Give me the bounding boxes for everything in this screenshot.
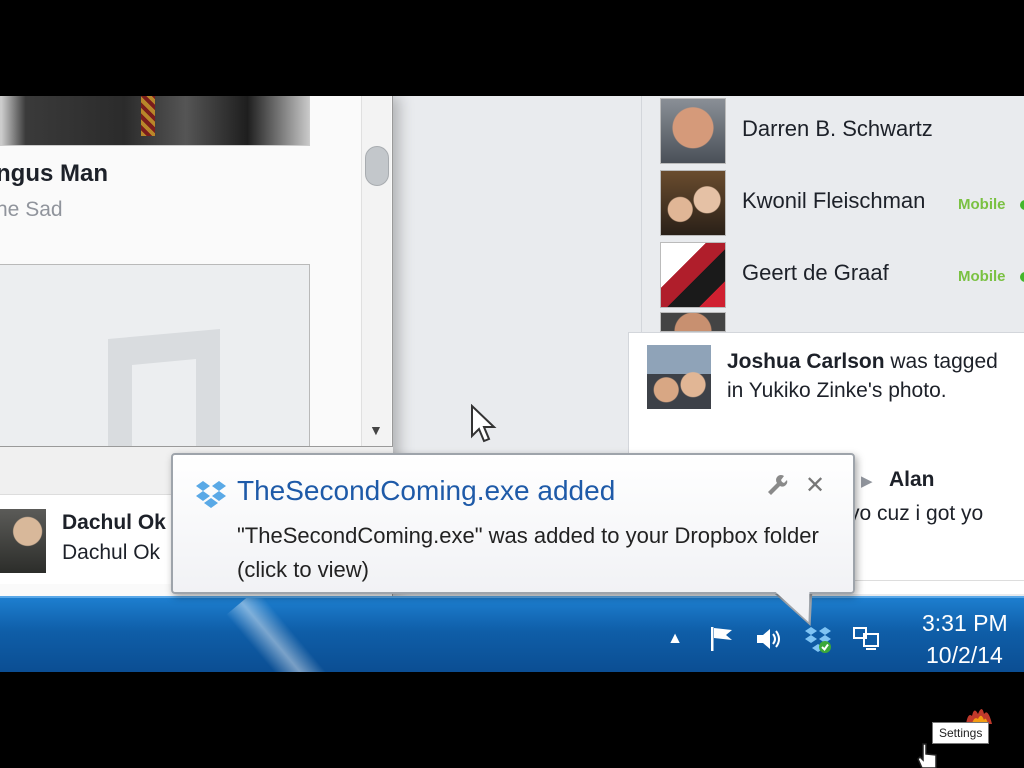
chat-contact-geert[interactable]: Geert de Graaf Mobile [660, 242, 1024, 308]
divider [829, 580, 1024, 581]
dropbox-tray-icon[interactable] [803, 624, 833, 654]
music-note-icon [108, 329, 220, 451]
close-icon[interactable]: ✕ [805, 471, 825, 500]
chat-contact-kwonil[interactable]: Kwonil Fleischman Mobile [660, 170, 1024, 236]
profile-name[interactable]: ngus Man [0, 160, 108, 188]
balloon-title[interactable]: TheSecondComing.exe added [237, 475, 615, 507]
contact-name: Darren B. Schwartz [742, 116, 933, 141]
taskbar-clock-date[interactable]: 10/2/14 [926, 642, 1003, 669]
profile-photo[interactable] [0, 96, 310, 146]
avatar [660, 170, 726, 236]
scrollbar[interactable]: ▼ [361, 96, 391, 446]
mobile-status: Mobile [958, 196, 1006, 213]
dropbox-icon [196, 481, 226, 508]
chat-sidebar: Darren B. Schwartz Kwonil Fleischman Mob… [641, 96, 1024, 332]
taskbar-clock-time[interactable]: 3:31 PM [922, 610, 1008, 637]
avatar [660, 242, 726, 308]
fire-icon[interactable] [964, 704, 994, 724]
avatar [0, 509, 46, 573]
notification-text: Dachul Ok [62, 541, 161, 564]
settings-tooltip: Settings [932, 722, 990, 744]
music-card[interactable] [0, 264, 310, 451]
hand-cursor-icon [917, 743, 937, 768]
mobile-status: Mobile [958, 268, 1006, 285]
notification-name: Dachul Ok [62, 511, 166, 534]
scrollbar-thumb[interactable] [365, 146, 389, 186]
notification-text: Joshua Carlson was tagged in Yukiko Zink… [727, 347, 1017, 405]
notification-popup[interactable]: Joshua Carlson was tagged in Yukiko Zink… [628, 332, 1024, 444]
avatar [647, 345, 711, 409]
online-dot-icon [1020, 272, 1024, 282]
volume-icon[interactable] [753, 624, 783, 654]
balloon-message[interactable]: "TheSecondComing.exe" was added to your … [237, 519, 827, 587]
dropbox-balloon-notification[interactable]: TheSecondComing.exe added ✕ "TheSecondCo… [171, 453, 855, 594]
avatar[interactable] [660, 312, 726, 332]
contact-name: Geert de Graaf [742, 260, 889, 285]
show-hidden-icons-icon[interactable]: ▲ [660, 624, 690, 654]
chat-contact-darren[interactable]: Darren B. Schwartz [660, 98, 1024, 164]
tie-graphic [141, 96, 155, 136]
mouse-cursor-icon [471, 404, 497, 443]
taskbar: ▲ 3:31 PM 10/2/14 [0, 596, 1024, 672]
network-icon[interactable] [851, 624, 881, 654]
wrench-icon[interactable] [765, 473, 789, 503]
scroll-down-icon[interactable]: ▼ [369, 422, 383, 438]
arrow-right-icon: ▶ [861, 473, 873, 490]
online-dot-icon [1020, 200, 1024, 210]
action-center-flag-icon[interactable] [706, 624, 736, 654]
profile-subtitle: he Sad [0, 198, 63, 221]
notification-name: Joshua Carlson [727, 350, 885, 373]
message-sender: Alan [889, 468, 935, 491]
contact-name: Kwonil Fleischman [742, 188, 926, 213]
taskbar-highlight [226, 598, 334, 672]
message-text: yo cuz i got yo [849, 502, 984, 525]
avatar [660, 98, 726, 164]
